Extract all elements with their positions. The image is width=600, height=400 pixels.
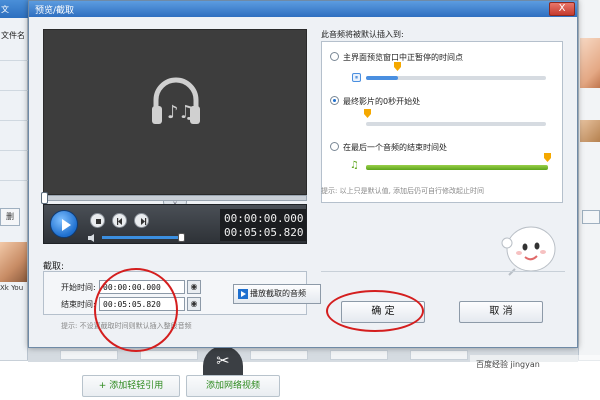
- timeline-cell[interactable]: [250, 350, 308, 360]
- timeline-cell[interactable]: [140, 350, 198, 360]
- file-name-column-header: 文件名: [1, 31, 25, 40]
- watermark: 百度经验 jingyan: [470, 355, 600, 375]
- total-time: 00:05:05.820: [224, 226, 304, 239]
- delete-button[interactable]: 删: [0, 208, 20, 226]
- section-divider: [321, 271, 565, 272]
- insert-hint: 提示: 以上只是默认值, 添加后仍可自行修改起止时间: [321, 187, 485, 195]
- close-button[interactable]: X: [549, 2, 575, 16]
- insert-bar-2: [366, 122, 546, 126]
- side-button[interactable]: [582, 210, 600, 224]
- annotation-circle-ok: [326, 290, 424, 332]
- list-divider: [0, 180, 28, 181]
- cancel-button[interactable]: 取 消: [459, 301, 543, 323]
- volume-knob[interactable]: [178, 233, 185, 242]
- set-start-time-icon[interactable]: ◉: [187, 280, 201, 294]
- next-button[interactable]: [134, 213, 149, 228]
- list-divider: [0, 150, 28, 151]
- marker-icon: [544, 153, 551, 162]
- list-divider: [0, 60, 28, 61]
- radio-button[interactable]: [330, 142, 339, 151]
- timeline-cell[interactable]: [60, 350, 118, 360]
- radio-button[interactable]: [330, 52, 339, 61]
- set-end-time-icon[interactable]: ◉: [187, 297, 201, 311]
- marker-icon: [364, 109, 371, 118]
- thumbnail-caption: Xk You: [0, 284, 24, 292]
- video-thumbnail[interactable]: [580, 120, 600, 142]
- insert-position-title: 此音频将被默认插入到:: [321, 30, 404, 39]
- end-time-label: 结束时间:: [61, 300, 96, 309]
- insert-bar-3: [366, 165, 548, 170]
- music-note-icon: ♫: [350, 160, 359, 171]
- audio-preview-area: ♪♫: [43, 29, 307, 195]
- svg-text:♪♫: ♪♫: [167, 102, 195, 123]
- insert-option-start[interactable]: 最终影片的0秒开始处: [330, 96, 420, 107]
- list-divider: [0, 120, 28, 121]
- marker-icon: [394, 62, 401, 71]
- play-button[interactable]: [50, 210, 78, 238]
- insert-option-after-last[interactable]: 在最后一个音频的结束时间处: [330, 142, 447, 153]
- dialog-titlebar[interactable]: 预览/截取 X: [29, 1, 577, 17]
- insert-position-panel: 主界面预览窗口中正暂停的时间点 ⏸ 最终影片的0秒开始处 在最后一个音频的结束时…: [321, 41, 563, 203]
- dialog-title: 预览/截取: [35, 6, 75, 16]
- video-thumbnail[interactable]: [0, 242, 27, 282]
- play-clip-label: 播放截取的音频: [250, 289, 306, 298]
- start-time-label: 开始时间:: [61, 283, 96, 292]
- timeline-cell[interactable]: [410, 350, 468, 360]
- timeline-cell[interactable]: [330, 350, 388, 360]
- insert-bar-1-fill: [366, 76, 398, 80]
- list-divider: [0, 90, 28, 91]
- play-icon: [238, 289, 248, 299]
- add-web-video-button[interactable]: 添加网络视频: [186, 375, 280, 397]
- previous-button[interactable]: [112, 213, 127, 228]
- progress-knob[interactable]: [41, 192, 48, 204]
- background-left-panel: [0, 0, 28, 372]
- time-display: 00:00:00.000 00:05:05.820: [220, 209, 306, 241]
- add-bgm-button[interactable]: + 添加轻轻引用: [82, 375, 180, 397]
- annotation-circle-clip-times: [94, 268, 178, 352]
- volume-slider[interactable]: [102, 236, 180, 239]
- timeline-marker-icon: ⏸: [352, 73, 361, 82]
- play-clip-button[interactable]: 播放截取的音频: [233, 284, 321, 304]
- radio-button-selected[interactable]: [330, 96, 339, 105]
- volume-icon[interactable]: [88, 234, 98, 242]
- video-thumbnail[interactable]: [580, 38, 600, 88]
- player-controls: 00:00:00.000 00:05:05.820: [43, 204, 307, 244]
- background-left-tab[interactable]: 文: [0, 0, 28, 18]
- headphone-music-icon: ♪♫: [152, 77, 200, 124]
- stop-button[interactable]: [90, 213, 105, 228]
- current-time: 00:00:00.000: [224, 212, 304, 225]
- mascot-icon: [501, 226, 556, 276]
